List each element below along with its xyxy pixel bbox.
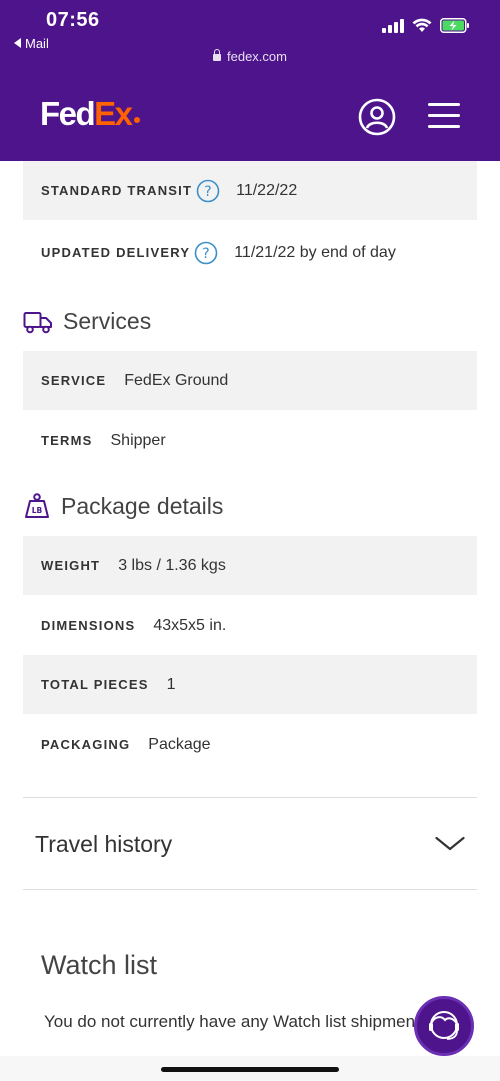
cellular-signal-icon bbox=[382, 18, 404, 33]
hamburger-menu-icon[interactable] bbox=[428, 103, 460, 129]
terms-row: TERMS Shipper bbox=[23, 411, 477, 470]
svg-text:LB: LB bbox=[32, 506, 43, 515]
battery-charging-icon bbox=[440, 18, 469, 33]
packaging-row: PACKAGING Package bbox=[23, 715, 477, 774]
updated-delivery-label: UPDATED DELIVERY bbox=[41, 245, 191, 260]
weight-value: 3 lbs / 1.36 kgs bbox=[118, 556, 226, 574]
service-row: SERVICE FedEx Ground bbox=[23, 351, 477, 410]
standard-transit-row: STANDARD TRANSIT ? 11/22/22 bbox=[23, 161, 477, 220]
profile-icon[interactable] bbox=[358, 98, 396, 136]
updated-delivery-row: UPDATED DELIVERY ? 11/21/22 by end of da… bbox=[23, 223, 477, 282]
watch-list-message: You do not currently have any Watch list… bbox=[44, 1012, 424, 1031]
help-question-icon[interactable]: ? bbox=[194, 241, 218, 265]
url-text: fedex.com bbox=[227, 49, 287, 64]
terms-label: TERMS bbox=[41, 433, 93, 448]
chat-agent-icon bbox=[429, 1011, 459, 1040]
travel-history-toggle[interactable]: Travel history bbox=[23, 798, 477, 890]
svg-text:?: ? bbox=[204, 184, 211, 200]
standard-transit-label: STANDARD TRANSIT bbox=[41, 183, 193, 198]
chevron-down-icon bbox=[435, 836, 465, 851]
total-pieces-value: 1 bbox=[166, 675, 176, 693]
total-pieces-label: TOTAL PIECES bbox=[41, 677, 149, 692]
packaging-value: Package bbox=[148, 735, 211, 753]
svg-text:?: ? bbox=[203, 246, 210, 262]
logo-dot bbox=[133, 117, 140, 123]
divider bbox=[23, 889, 477, 890]
travel-history-title: Travel history bbox=[35, 830, 173, 857]
status-icons bbox=[382, 18, 470, 33]
package-details-title: Package details bbox=[61, 492, 224, 519]
package-details-heading: LB Package details bbox=[23, 492, 223, 520]
logo-ex: Ex bbox=[94, 95, 133, 132]
weight-label: WEIGHT bbox=[41, 558, 101, 573]
browser-url-bar[interactable]: fedex.com bbox=[0, 49, 500, 64]
status-time: 07:56 bbox=[46, 9, 100, 31]
back-arrow-icon bbox=[14, 38, 21, 48]
standard-transit-value: 11/22/22 bbox=[236, 181, 298, 199]
truck-icon bbox=[23, 311, 52, 333]
chat-assistant-button[interactable] bbox=[414, 996, 474, 1056]
terms-value: Shipper bbox=[110, 431, 166, 449]
updated-delivery-value: 11/21/22 by end of day bbox=[234, 243, 396, 261]
wifi-icon bbox=[412, 18, 432, 32]
top-header: 07:56 Mail fedex.com FedEx bbox=[0, 0, 500, 161]
fedex-logo[interactable]: FedEx bbox=[40, 95, 140, 133]
logo-fed: Fed bbox=[40, 95, 96, 132]
weight-lb-icon: LB bbox=[25, 493, 49, 518]
service-value: FedEx Ground bbox=[124, 371, 229, 389]
help-question-icon[interactable]: ? bbox=[196, 179, 220, 203]
dimensions-label: DIMENSIONS bbox=[41, 618, 136, 633]
watch-list-title: Watch list bbox=[41, 950, 158, 980]
dimensions-row: DIMENSIONS 43x5x5 in. bbox=[23, 596, 477, 655]
service-label: SERVICE bbox=[41, 373, 107, 388]
total-pieces-row: TOTAL PIECES 1 bbox=[23, 655, 477, 714]
weight-row: WEIGHT 3 lbs / 1.36 kgs bbox=[23, 536, 477, 595]
packaging-label: PACKAGING bbox=[41, 737, 131, 752]
lock-icon bbox=[213, 49, 221, 61]
dimensions-value: 43x5x5 in. bbox=[153, 616, 227, 634]
services-heading: Services bbox=[23, 308, 151, 335]
services-title: Services bbox=[63, 308, 152, 334]
home-indicator[interactable] bbox=[161, 1067, 339, 1072]
